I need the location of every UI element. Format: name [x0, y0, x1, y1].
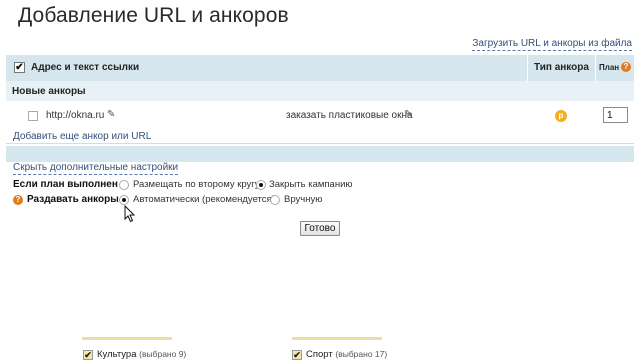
pencil-icon[interactable]: ✎ — [107, 109, 115, 120]
hide-settings-link[interactable]: Скрыть дополнительные настройки — [13, 162, 179, 175]
question-icon[interactable]: ? — [621, 62, 631, 72]
radio-auto-label[interactable]: Автоматически (рекомендуется) — [133, 194, 275, 205]
category-item-peek — [292, 337, 382, 340]
row-url: http://okna.ru — [46, 110, 105, 121]
pencil-icon[interactable]: ✎ — [404, 109, 412, 120]
upload-from-file-link[interactable]: Загрузить URL и анкоры из файла — [472, 38, 632, 51]
table-footer — [6, 146, 634, 162]
table-row: http://okna.ru ✎ заказать пластиковые ок… — [6, 104, 634, 128]
done-button[interactable]: Готово — [300, 221, 340, 236]
divider — [6, 143, 634, 144]
radio-auto[interactable] — [119, 195, 129, 205]
table-header: ✔ Адрес и текст ссылки Тип анкора План ? — [6, 55, 634, 81]
plan-input[interactable] — [603, 107, 628, 123]
radio-close-campaign-label[interactable]: Закрыть кампанию — [269, 179, 353, 190]
column-divider — [527, 55, 528, 81]
question-icon[interactable]: ? — [13, 195, 23, 205]
cursor-icon — [124, 205, 136, 223]
category-item[interactable]: Спорт (выбрано 17) — [306, 349, 387, 360]
distribute-label: Раздавать анкоры — [27, 194, 119, 205]
category-item-peek — [82, 337, 172, 340]
radio-second-round[interactable] — [119, 180, 129, 190]
category-checkbox[interactable]: ✔ — [292, 350, 302, 360]
radio-manual[interactable] — [270, 195, 280, 205]
row-checkbox[interactable] — [28, 111, 38, 121]
category-item[interactable]: Культура (выбрано 9) — [97, 349, 186, 360]
section-header: Новые анкоры — [6, 81, 634, 101]
radio-close-campaign[interactable] — [256, 180, 266, 190]
column-header-plan: План — [599, 63, 620, 72]
page-title: Добавление URL и анкоров — [18, 4, 289, 27]
plan-done-label: Если план выполнен — [13, 179, 118, 190]
section-label-new-anchors: Новые анкоры — [12, 86, 86, 97]
anchor-type-badge[interactable]: р — [555, 110, 567, 122]
column-header-anchor-type: Тип анкора — [534, 62, 589, 73]
category-checkbox[interactable]: ✔ — [83, 350, 93, 360]
row-anchor-text: заказать пластиковые окна — [286, 110, 413, 121]
category-count: (выбрано 9) — [139, 349, 187, 359]
category-name: Спорт — [306, 349, 333, 360]
column-divider — [595, 55, 596, 81]
radio-manual-label[interactable]: Вручную — [284, 194, 322, 205]
column-header-address: Адрес и текст ссылки — [31, 62, 140, 73]
category-count: (выбрано 17) — [335, 349, 388, 359]
category-name: Культура — [97, 349, 137, 360]
select-all-checkbox[interactable]: ✔ — [14, 62, 25, 73]
radio-second-round-label[interactable]: Размещать по второму кругу — [133, 179, 260, 190]
